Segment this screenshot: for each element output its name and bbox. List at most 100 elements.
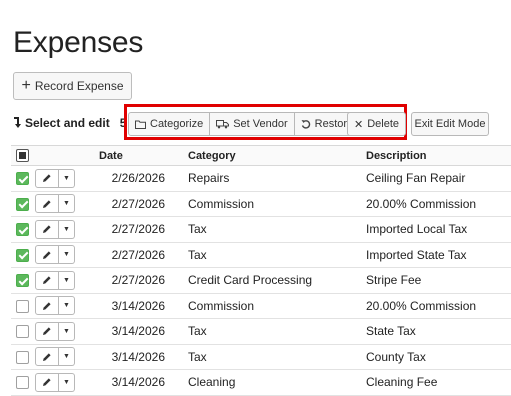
categorize-button[interactable]: Categorize (128, 112, 211, 136)
category-header[interactable]: Category (188, 145, 366, 166)
description-cell: 20.00% Commission (366, 191, 511, 217)
set-vendor-button[interactable]: Set Vendor (210, 112, 295, 136)
date-cell: 3/14/2026 (99, 293, 188, 319)
exit-edit-mode-button[interactable]: Exit Edit Mode (411, 112, 489, 136)
caret-down-icon[interactable]: ▼ (59, 347, 75, 367)
turn-down-arrow-icon (13, 117, 22, 129)
pencil-icon[interactable] (35, 347, 59, 367)
row-actions-cell: ▼ (35, 267, 99, 294)
row-select-cell (11, 344, 35, 370)
caret-down-icon[interactable]: ▼ (59, 245, 75, 265)
pencil-icon[interactable] (35, 168, 59, 188)
truck-icon (216, 119, 230, 129)
row-select-cell (11, 242, 35, 268)
table-row[interactable]: ▼ 2/27/2026 Tax Imported State Tax (11, 242, 511, 268)
row-checkbox[interactable] (16, 248, 29, 262)
pencil-icon[interactable] (35, 321, 59, 341)
caret-down-icon[interactable]: ▼ (59, 270, 75, 290)
pencil-icon[interactable] (35, 296, 59, 316)
row-select-cell (11, 216, 35, 243)
category-cell: Cleaning (188, 369, 366, 396)
pencil-icon[interactable] (35, 219, 59, 239)
category-cell: Repairs (188, 165, 366, 192)
select-all-checkbox[interactable] (16, 149, 29, 162)
table-row[interactable]: ▼ 2/27/2026 Commission 20.00% Commission (11, 191, 511, 217)
table-row[interactable]: ▼ 2/27/2026 Credit Card Processing Stripe F… (11, 267, 511, 294)
row-checkbox[interactable] (16, 350, 29, 364)
description-cell: Cleaning Fee (366, 369, 511, 396)
date-cell: 3/14/2026 (99, 318, 188, 345)
date-cell: 2/27/2026 (99, 242, 188, 268)
description-cell: Ceiling Fan Repair (366, 165, 511, 192)
row-actions: ▼ (35, 372, 75, 392)
select-all-cell (11, 145, 35, 166)
row-actions-cell: ▼ (35, 216, 99, 243)
description-cell: Imported Local Tax (366, 216, 511, 243)
plus-icon: + (21, 77, 31, 94)
table-row[interactable]: ▼ 3/14/2026 Tax County Tax (11, 344, 511, 370)
pencil-icon[interactable] (35, 245, 59, 265)
row-actions-cell: ▼ (35, 369, 99, 396)
category-cell: Tax (188, 216, 366, 243)
row-checkbox[interactable] (16, 299, 29, 313)
row-select-cell (11, 267, 35, 294)
delete-button[interactable]: ✕ Delete (347, 112, 407, 136)
caret-down-icon[interactable]: ▼ (59, 194, 75, 214)
undo-icon (301, 119, 311, 129)
row-actions-cell: ▼ (35, 293, 99, 319)
row-actions: ▼ (35, 168, 75, 188)
caret-down-icon[interactable]: ▼ (59, 296, 75, 316)
pencil-icon[interactable] (35, 372, 59, 392)
table-header-row: Date Category Description (11, 145, 511, 166)
date-header[interactable]: Date (99, 145, 188, 166)
row-checkbox[interactable] (16, 376, 29, 390)
category-cell: Commission (188, 293, 366, 319)
row-actions: ▼ (35, 321, 75, 341)
row-checkbox[interactable] (16, 274, 29, 288)
pencil-icon[interactable] (35, 194, 59, 214)
delete-group: ✕ Delete (347, 112, 407, 136)
page-title: Expenses (13, 26, 144, 60)
date-cell: 2/27/2026 (99, 267, 188, 294)
description-header[interactable]: Description (366, 145, 511, 166)
row-select-cell (11, 191, 35, 217)
caret-down-icon[interactable]: ▼ (59, 168, 75, 188)
row-select-cell (11, 318, 35, 345)
category-cell: Tax (188, 344, 366, 370)
caret-down-icon[interactable]: ▼ (59, 321, 75, 341)
row-actions-header (35, 145, 99, 166)
row-checkbox[interactable] (16, 223, 29, 237)
row-actions: ▼ (35, 347, 75, 367)
record-expense-label: Record Expense (34, 79, 124, 93)
select-edit-indicator: Select and edit 5 (13, 116, 126, 130)
description-cell: County Tax (366, 344, 511, 370)
date-cell: 2/27/2026 (99, 216, 188, 243)
table-row[interactable]: ▼ 3/14/2026 Tax State Tax (11, 318, 511, 345)
row-actions-cell: ▼ (35, 191, 99, 217)
table-row[interactable]: ▼ 3/14/2026 Commission 20.00% Commission (11, 293, 511, 319)
table-row[interactable]: ▼ 2/26/2026 Repairs Ceiling Fan Repair (11, 165, 511, 192)
pencil-icon[interactable] (35, 270, 59, 290)
caret-down-icon[interactable]: ▼ (59, 219, 75, 239)
row-actions: ▼ (35, 194, 75, 214)
description-cell: State Tax (366, 318, 511, 345)
row-actions: ▼ (35, 219, 75, 239)
row-actions: ▼ (35, 296, 75, 316)
category-cell: Commission (188, 191, 366, 217)
caret-down-icon[interactable]: ▼ (59, 372, 75, 392)
date-cell: 3/14/2026 (99, 344, 188, 370)
date-cell: 2/26/2026 (99, 165, 188, 192)
row-checkbox[interactable] (16, 197, 29, 211)
bulk-actions-group: Categorize Set Vendor Restore (128, 112, 361, 136)
row-select-cell (11, 293, 35, 319)
table-row[interactable]: ▼ 2/27/2026 Tax Imported Local Tax (11, 216, 511, 243)
close-icon: ✕ (354, 118, 364, 131)
table-row[interactable]: ▼ 3/14/2026 Cleaning Cleaning Fee (11, 369, 511, 396)
category-cell: Tax (188, 242, 366, 268)
row-actions-cell: ▼ (35, 165, 99, 192)
record-expense-button[interactable]: + Record Expense (13, 72, 132, 100)
row-checkbox[interactable] (16, 172, 29, 186)
row-actions-cell: ▼ (35, 318, 99, 345)
row-checkbox[interactable] (16, 325, 29, 339)
date-cell: 2/27/2026 (99, 191, 188, 217)
